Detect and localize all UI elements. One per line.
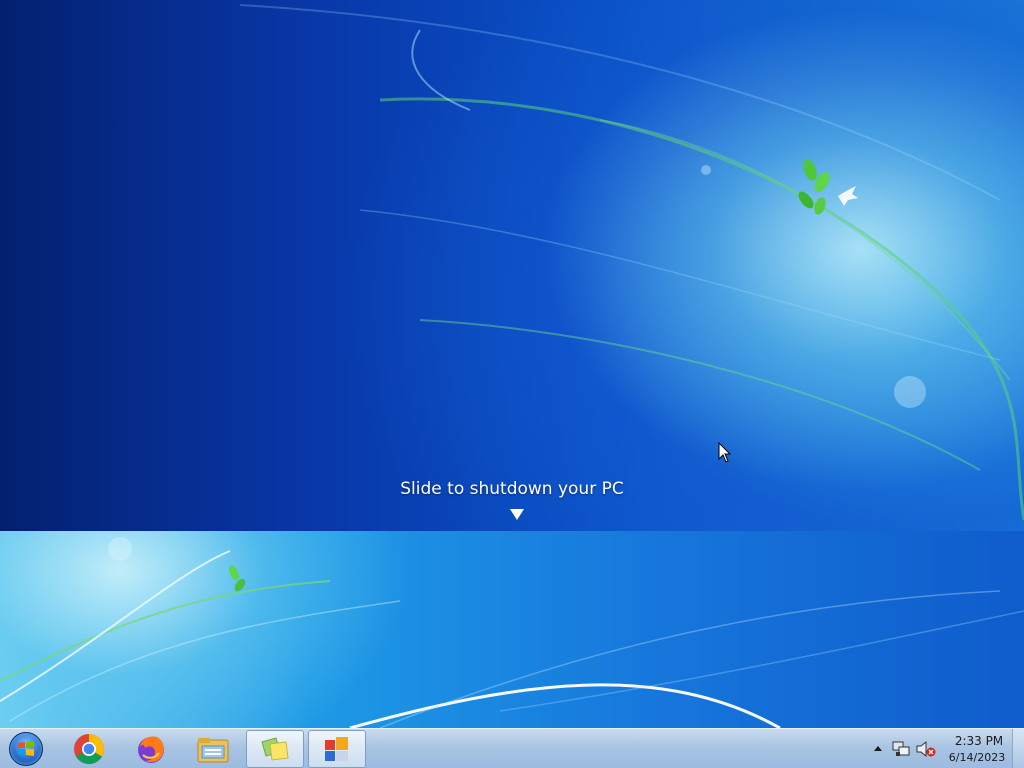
volume-muted-icon[interactable] [916,740,936,758]
windows-logo-icon [9,732,43,766]
taskbar-sticky-notes-button[interactable] [246,730,304,768]
mouse-cursor-icon [718,442,732,463]
desktop-wallpaper-bottom [0,531,1024,728]
slide-to-shutdown-icon [325,737,348,761]
desktop-wallpaper-top[interactable]: Slide to shutdown your PC [0,0,1024,531]
wallpaper-swirl-decoration [239,4,1024,521]
taskbar-explorer-button[interactable] [184,730,242,768]
firefox-icon [138,736,164,763]
clock-time[interactable]: 2:33 PM [948,734,1010,748]
green-leaves-decoration [798,159,830,215]
file-explorer-icon [197,738,229,763]
green-sprout-decoration [229,565,246,592]
taskbar-chrome-button[interactable] [60,730,118,768]
taskbar: 2:33 PM 6/14/2023 [0,728,1024,768]
wallpaper-swirl-decoration-lower [0,537,1024,728]
start-button[interactable] [4,730,48,768]
slide-down-arrow-icon [510,509,524,520]
chrome-icon [74,734,105,765]
clock-date[interactable]: 6/14/2023 [944,751,1010,764]
network-icon[interactable] [892,741,910,758]
slide-to-shutdown-label: Slide to shutdown your PC [400,479,624,499]
white-bird-decoration [838,186,858,206]
taskbar-firefox-button[interactable] [122,730,180,768]
sticky-notes-icon [261,737,289,761]
show-desktop-button[interactable] [1012,729,1024,768]
taskbar-slide-to-shutdown-button[interactable] [308,730,366,768]
show-hidden-icons-chevron-icon[interactable] [874,746,882,751]
system-tray: 2:33 PM 6/14/2023 [864,729,1024,768]
